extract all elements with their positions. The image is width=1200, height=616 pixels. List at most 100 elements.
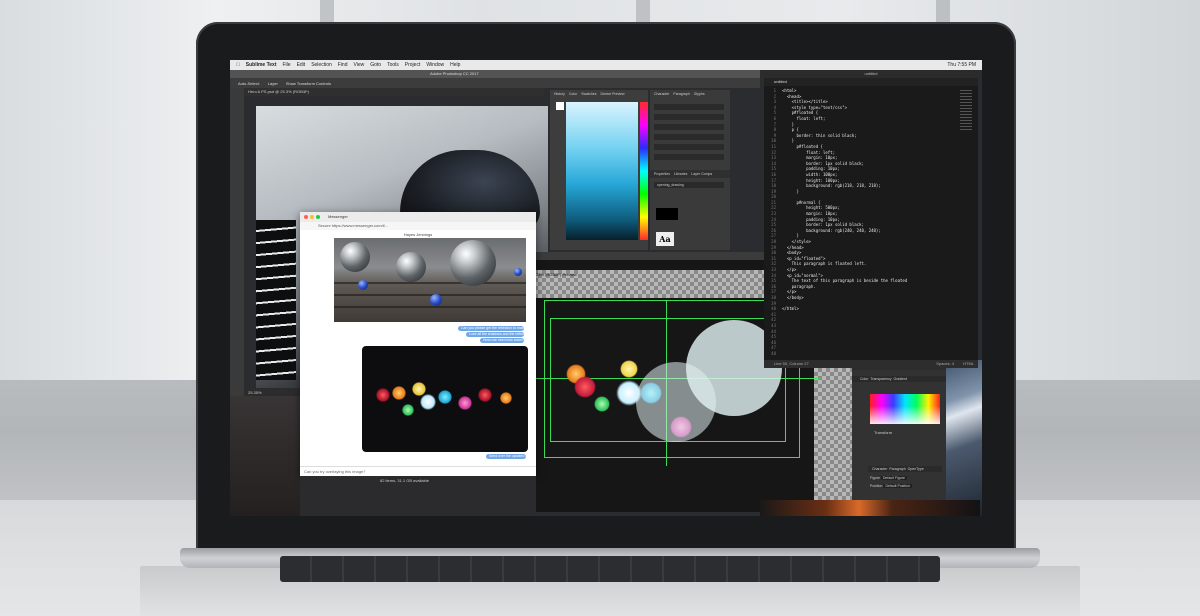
apple-icon[interactable]:  bbox=[236, 62, 240, 68]
library-color-swatch[interactable] bbox=[656, 208, 678, 220]
tab-layer-comps[interactable]: Layer Comps bbox=[691, 170, 712, 178]
scale-field[interactable] bbox=[654, 134, 724, 140]
tab-character[interactable]: Character bbox=[654, 92, 669, 96]
tab-paragraph[interactable]: Paragraph bbox=[673, 92, 689, 96]
laptop-screen:  Sublime Text File Edit Selection Find … bbox=[230, 60, 982, 516]
tab-color[interactable]: Color bbox=[569, 92, 577, 96]
close-icon[interactable] bbox=[304, 215, 308, 219]
color-gradient-panel bbox=[852, 370, 948, 510]
minimize-icon[interactable] bbox=[310, 215, 314, 219]
tab-libraries[interactable]: Libraries bbox=[674, 170, 687, 178]
cursor-position: Line 50, Column 27 bbox=[774, 361, 809, 366]
tab-history[interactable]: History bbox=[554, 92, 565, 96]
hue-slider[interactable] bbox=[640, 102, 648, 240]
mac-menubar:  Sublime Text File Edit Selection Find … bbox=[230, 60, 982, 70]
menu-view[interactable]: View bbox=[354, 62, 365, 68]
menu-selection[interactable]: Selection bbox=[311, 62, 332, 68]
zoom-icon[interactable] bbox=[316, 215, 320, 219]
menu-find[interactable]: Find bbox=[338, 62, 348, 68]
tab-swatches[interactable]: Swatches bbox=[581, 92, 596, 96]
position-label: Position bbox=[870, 484, 883, 488]
photoshop-options-bar: Auto-Select: Layer Show Transform Contro… bbox=[230, 78, 760, 88]
address-bar[interactable]: Secure https://www.messenger.com/t/... bbox=[300, 222, 536, 230]
opentype-tabs: Character Paragraph OpenType bbox=[868, 466, 942, 472]
code-content[interactable]: <html> <head> <title></title> <style typ… bbox=[782, 88, 972, 348]
libraries-tabs: Properties Libraries Layer Comps bbox=[650, 170, 730, 178]
transform-label: Transform bbox=[874, 430, 893, 435]
menu-project[interactable]: Project bbox=[405, 62, 421, 68]
library-select[interactable]: opening_drawing bbox=[654, 182, 724, 188]
blue-sphere bbox=[358, 280, 368, 290]
menu-help[interactable]: Help bbox=[450, 62, 460, 68]
message-bubble[interactable]: Can you please get the reflection to mat… bbox=[458, 326, 524, 331]
syntax-label[interactable]: HTML bbox=[963, 360, 974, 368]
figure-row: Figure Default Figure bbox=[870, 476, 942, 480]
tab-glyphs[interactable]: Glyphs bbox=[694, 92, 705, 96]
line-numbers: 1 2 3 4 5 6 7 8 9 10 11 12 13 14 15 16 1… bbox=[771, 88, 776, 356]
editor-titlebar: untitled bbox=[764, 70, 978, 78]
shared-image-spheres[interactable] bbox=[334, 238, 526, 322]
menu-edit[interactable]: Edit bbox=[297, 62, 306, 68]
chrome-sphere bbox=[396, 252, 426, 282]
figure-select[interactable]: Default Figure bbox=[880, 476, 907, 480]
position-row: Position Default Position bbox=[870, 484, 942, 488]
editor-minimap[interactable] bbox=[960, 90, 972, 130]
right-panel-tabs: Color Transparency Gradient bbox=[852, 376, 948, 382]
lower-doc-titlebar bbox=[530, 252, 764, 260]
tab-device-preview[interactable]: Device Preview bbox=[600, 92, 624, 96]
message-bubble[interactable]: Send over the updated file! bbox=[486, 454, 526, 459]
photoshop-doc-tab[interactable]: Hero A PS.psd @ 25.3% (RGB/8*) bbox=[244, 88, 544, 96]
shared-image-bokeh[interactable] bbox=[362, 346, 528, 452]
zoom-level[interactable]: 25.35% bbox=[248, 390, 262, 395]
menu-window[interactable]: Window bbox=[426, 62, 444, 68]
blue-sphere bbox=[514, 268, 522, 276]
tab-color-right[interactable]: Color bbox=[860, 377, 868, 381]
font-family-field[interactable] bbox=[654, 104, 724, 110]
menu-goto[interactable]: Goto bbox=[370, 62, 381, 68]
transparency-checker-right bbox=[814, 360, 852, 500]
color-picker-field[interactable] bbox=[566, 102, 638, 240]
figure-label: Figure bbox=[870, 476, 880, 480]
tab-gradient[interactable]: Gradient bbox=[894, 377, 907, 381]
message-bubble[interactable]: Hmm we need less bokeh? bbox=[480, 338, 524, 343]
layer-select[interactable]: Layer bbox=[268, 81, 278, 86]
menu-file[interactable]: File bbox=[283, 62, 291, 68]
tab-character-2[interactable]: Character bbox=[872, 467, 887, 471]
tab-opentype[interactable]: OpenType bbox=[908, 467, 924, 471]
baseline-field[interactable] bbox=[654, 144, 724, 150]
font-size-field[interactable] bbox=[654, 114, 724, 120]
photoshop-titlebar: Adobe Photoshop CC 2017 bbox=[230, 70, 760, 78]
menu-tools[interactable]: Tools bbox=[387, 62, 399, 68]
menubar-clock[interactable]: Thu 7:55 PM bbox=[947, 62, 976, 68]
bokeh-light bbox=[574, 376, 596, 398]
bokeh-light bbox=[594, 396, 610, 412]
chrome-sphere bbox=[340, 242, 370, 272]
tab-transparency[interactable]: Transparency bbox=[870, 377, 891, 381]
wallpaper-rocks bbox=[230, 390, 300, 516]
app-name[interactable]: Sublime Text bbox=[246, 62, 277, 68]
photoshop-toolbar[interactable] bbox=[230, 88, 244, 396]
message-input[interactable]: Can you try overlaying this image? bbox=[300, 466, 536, 476]
photoshop-title: Adobe Photoshop CC 2017 bbox=[430, 71, 479, 76]
wallpaper-mountain bbox=[946, 360, 982, 516]
style-buttons[interactable] bbox=[654, 154, 724, 160]
transform-controls-checkbox[interactable]: Show Transform Controls bbox=[286, 81, 331, 86]
color-spectrum[interactable] bbox=[870, 394, 940, 424]
finder-footer: 82 items, 31.1 GB available bbox=[380, 478, 429, 483]
blue-sphere bbox=[430, 294, 442, 306]
message-bubble[interactable]: Love all the shadows and the reflections bbox=[466, 332, 524, 337]
bokeh-light bbox=[620, 360, 638, 378]
tab-paragraph-2[interactable]: Paragraph bbox=[889, 467, 905, 471]
editor-tab[interactable]: untitled bbox=[764, 78, 978, 86]
foreground-swatch[interactable] bbox=[556, 102, 564, 110]
tab-properties[interactable]: Properties bbox=[654, 170, 670, 178]
lower-doc-tab[interactable]: 33% (RGB/8*) Preview bbox=[536, 272, 577, 277]
tracking-field[interactable] bbox=[654, 124, 724, 130]
messenger-titlebar: Messenger bbox=[300, 212, 536, 222]
canvas-stripes bbox=[256, 220, 296, 380]
auto-select-checkbox[interactable]: Auto-Select: bbox=[238, 81, 260, 86]
position-select[interactable]: Default Position bbox=[883, 484, 912, 488]
character-style-preview[interactable]: Aa bbox=[656, 232, 674, 246]
indent-label[interactable]: Spaces: 4 bbox=[936, 360, 954, 368]
editor-status-bar: Line 50, Column 27 HTML Spaces: 4 bbox=[764, 360, 978, 368]
